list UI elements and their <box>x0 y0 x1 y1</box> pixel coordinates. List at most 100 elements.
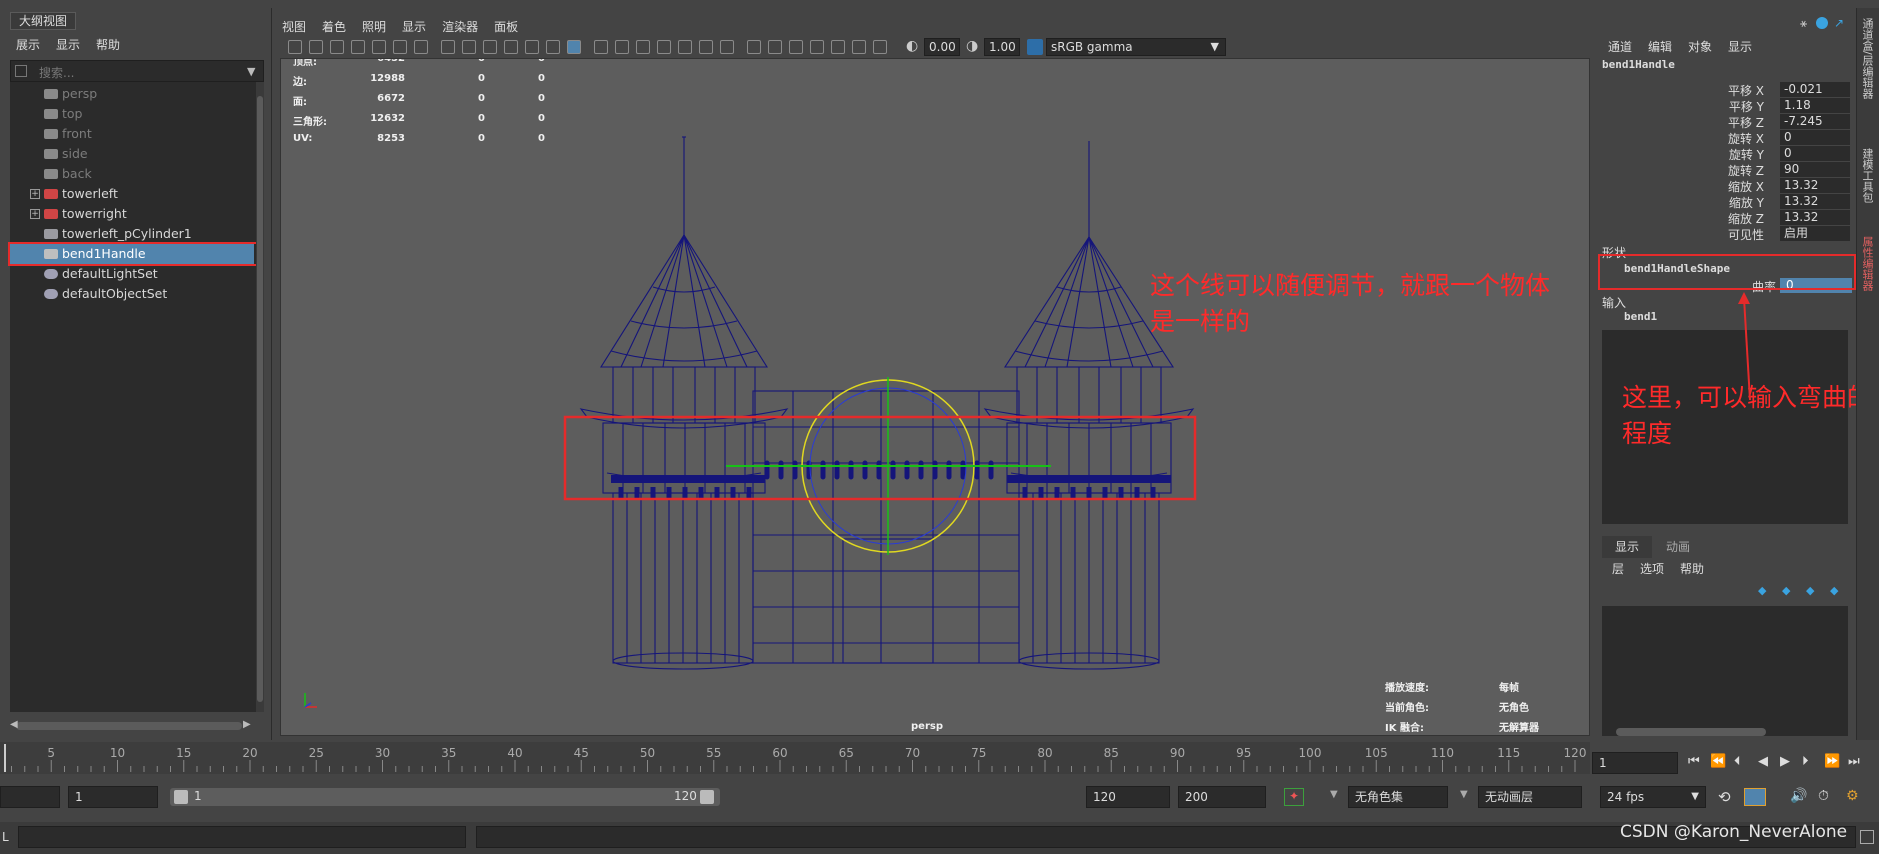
gamma-icon[interactable]: ◑ <box>966 38 978 54</box>
go-end-icon[interactable]: ⏭ <box>1848 754 1860 769</box>
viewport-tool-23-icon[interactable] <box>789 40 803 54</box>
range-end-field[interactable]: 120 <box>1086 786 1170 808</box>
step-back-icon[interactable]: ⏴ <box>1734 754 1741 769</box>
channel-attr-row[interactable]: 缩放 X 13.32 <box>1594 178 1854 194</box>
scroll-right-icon[interactable]: ▶ <box>243 719 251 730</box>
viewport-tool-21-icon[interactable] <box>747 40 761 54</box>
viewport-tool-24-icon[interactable] <box>810 40 824 54</box>
outliner-item-side[interactable]: side <box>10 144 254 164</box>
channel-attr-value[interactable]: 13.32 <box>1780 178 1850 193</box>
viewport-tool-6-icon[interactable] <box>414 40 428 54</box>
outliner-hscrollbar[interactable] <box>16 722 242 730</box>
channel-attr-value[interactable]: 90 <box>1780 162 1850 177</box>
vp-menu-lighting[interactable]: 照明 <box>362 18 386 35</box>
exposure-field[interactable]: 0.00 <box>924 38 960 56</box>
viewport-tool-13-icon[interactable] <box>567 40 581 54</box>
channel-attr-row[interactable]: 旋转 Y 0 <box>1594 146 1854 162</box>
viewport-tool-10-icon[interactable] <box>504 40 518 54</box>
viewport-tool-1-icon[interactable] <box>309 40 323 54</box>
outliner-item-top[interactable]: top <box>10 104 254 124</box>
outliner-item-persp[interactable]: persp <box>10 84 254 104</box>
expand-icon[interactable]: + <box>30 209 40 219</box>
vp-menu-show[interactable]: 显示 <box>402 18 426 35</box>
viewport-tool-25-icon[interactable] <box>831 40 845 54</box>
viewport-tool-18-icon[interactable] <box>678 40 692 54</box>
prefs-icon[interactable]: ⚙ <box>1846 788 1859 804</box>
play-forward-icon[interactable]: ▶ <box>1780 754 1790 769</box>
layer-new-empty-icon[interactable]: ◆ <box>1758 584 1766 597</box>
start-time-field[interactable] <box>0 786 60 808</box>
layer-hscrollbar[interactable] <box>1616 728 1766 736</box>
viewport-tool-14-icon[interactable] <box>594 40 608 54</box>
loop-icon[interactable]: ⟲ <box>1718 788 1731 806</box>
viewport-tool-17-icon[interactable] <box>657 40 671 54</box>
filter-icon[interactable] <box>15 65 27 77</box>
viewport-tool-26-icon[interactable] <box>852 40 866 54</box>
viewport-tool-2-icon[interactable] <box>330 40 344 54</box>
timer-icon[interactable]: ⏱ <box>1818 788 1829 804</box>
vp-menu-shading[interactable]: 着色 <box>322 18 346 35</box>
viewport-tool-16-icon[interactable] <box>636 40 650 54</box>
auto-key-icon[interactable]: ✦ <box>1284 788 1304 806</box>
layer-menu-layers[interactable]: 层 <box>1612 560 1624 577</box>
channel-attr-row[interactable]: 平移 Z -7.245 <box>1594 114 1854 130</box>
channel-attr-value[interactable]: 0 <box>1780 146 1850 161</box>
layer-tab-anim[interactable]: 动画 <box>1666 536 1690 558</box>
sound-icon[interactable]: 🔊 <box>1790 788 1807 804</box>
viewport-tool-19-icon[interactable] <box>699 40 713 54</box>
cb-menu-channels[interactable]: 通道 <box>1608 38 1632 55</box>
step-forward-icon[interactable]: ⏵ <box>1802 754 1809 769</box>
chevron-down-icon[interactable]: ▼ <box>1460 789 1468 800</box>
step-back-key-icon[interactable]: ⏪ <box>1710 754 1726 769</box>
outliner-item-front[interactable]: front <box>10 124 254 144</box>
viewport-tool-12-icon[interactable] <box>546 40 560 54</box>
step-forward-key-icon[interactable]: ⏩ <box>1824 754 1840 769</box>
outliner-item-towerright[interactable]: + towerright <box>10 204 254 224</box>
command-input[interactable] <box>18 826 466 848</box>
channel-tool-icon[interactable]: ⚹ <box>1800 16 1807 31</box>
side-tab-attribute[interactable]: 属性编辑器 <box>1859 236 1875 291</box>
viewport-tool-0-icon[interactable] <box>288 40 302 54</box>
outliner-item-defaultObjectSet[interactable]: defaultObjectSet <box>10 284 254 304</box>
chevron-down-icon[interactable]: ▼ <box>1330 789 1338 800</box>
outliner-search-input[interactable]: 搜索... ▼ <box>10 60 264 82</box>
vp-menu-renderer[interactable]: 渲染器 <box>442 18 478 35</box>
outliner-title[interactable]: 大纲视图 <box>10 12 76 30</box>
channel-attr-value[interactable]: 13.32 <box>1780 194 1850 209</box>
range-slider[interactable]: 1 120 <box>170 788 720 806</box>
viewport-tool-11-icon[interactable] <box>525 40 539 54</box>
fps-select[interactable]: 24 fps ▼ <box>1600 786 1706 808</box>
vp-menu-panels[interactable]: 面板 <box>494 18 518 35</box>
viewport-tool-22-icon[interactable] <box>768 40 782 54</box>
viewport-tool-9-icon[interactable] <box>483 40 497 54</box>
viewport-tool-20-icon[interactable] <box>720 40 734 54</box>
side-tab-channelbox[interactable]: 通道盒/层编辑器 <box>1859 18 1875 99</box>
script-editor-icon[interactable] <box>1860 830 1874 844</box>
outliner-item-towerleft[interactable]: + towerleft <box>10 184 254 204</box>
channel-attr-row[interactable]: 缩放 Z 13.32 <box>1594 210 1854 226</box>
viewport-tool-8-icon[interactable] <box>462 40 476 54</box>
outliner-item-defaultLightSet[interactable]: defaultLightSet <box>10 264 254 284</box>
cb-menu-show[interactable]: 显示 <box>1728 38 1752 55</box>
outliner-menu-help[interactable]: 帮助 <box>96 36 120 53</box>
play-back-icon[interactable]: ◀ <box>1758 754 1768 769</box>
layer-tab-display[interactable]: 显示 <box>1602 536 1652 558</box>
go-start-icon[interactable]: ⏮ <box>1688 754 1700 769</box>
anim-end-field[interactable]: 200 <box>1178 786 1266 808</box>
channel-attr-row[interactable]: 可见性 启用 <box>1594 226 1854 242</box>
exposure-icon[interactable]: ◐ <box>906 38 918 54</box>
side-tab-modeling[interactable]: 建模工具包 <box>1859 148 1875 203</box>
current-frame-field[interactable]: 1 <box>1592 752 1678 774</box>
viewport-tool-5-icon[interactable] <box>393 40 407 54</box>
viewport-tool-15-icon[interactable] <box>615 40 629 54</box>
channel-attr-row[interactable]: 平移 Y 1.18 <box>1594 98 1854 114</box>
channel-attr-value[interactable]: -0.021 <box>1780 82 1850 97</box>
channel-attr-value[interactable]: 0 <box>1780 130 1850 145</box>
outliner-menu-display[interactable]: 显示 <box>56 36 80 53</box>
cmd-language-label[interactable]: L <box>2 830 9 844</box>
channel-attr-value[interactable]: 1.18 <box>1780 98 1850 113</box>
viewport-tool-3-icon[interactable] <box>351 40 365 54</box>
range-start-field[interactable]: 1 <box>68 786 158 808</box>
range-slider-start-handle[interactable] <box>174 790 188 804</box>
viewport-tool-7-icon[interactable] <box>441 40 455 54</box>
